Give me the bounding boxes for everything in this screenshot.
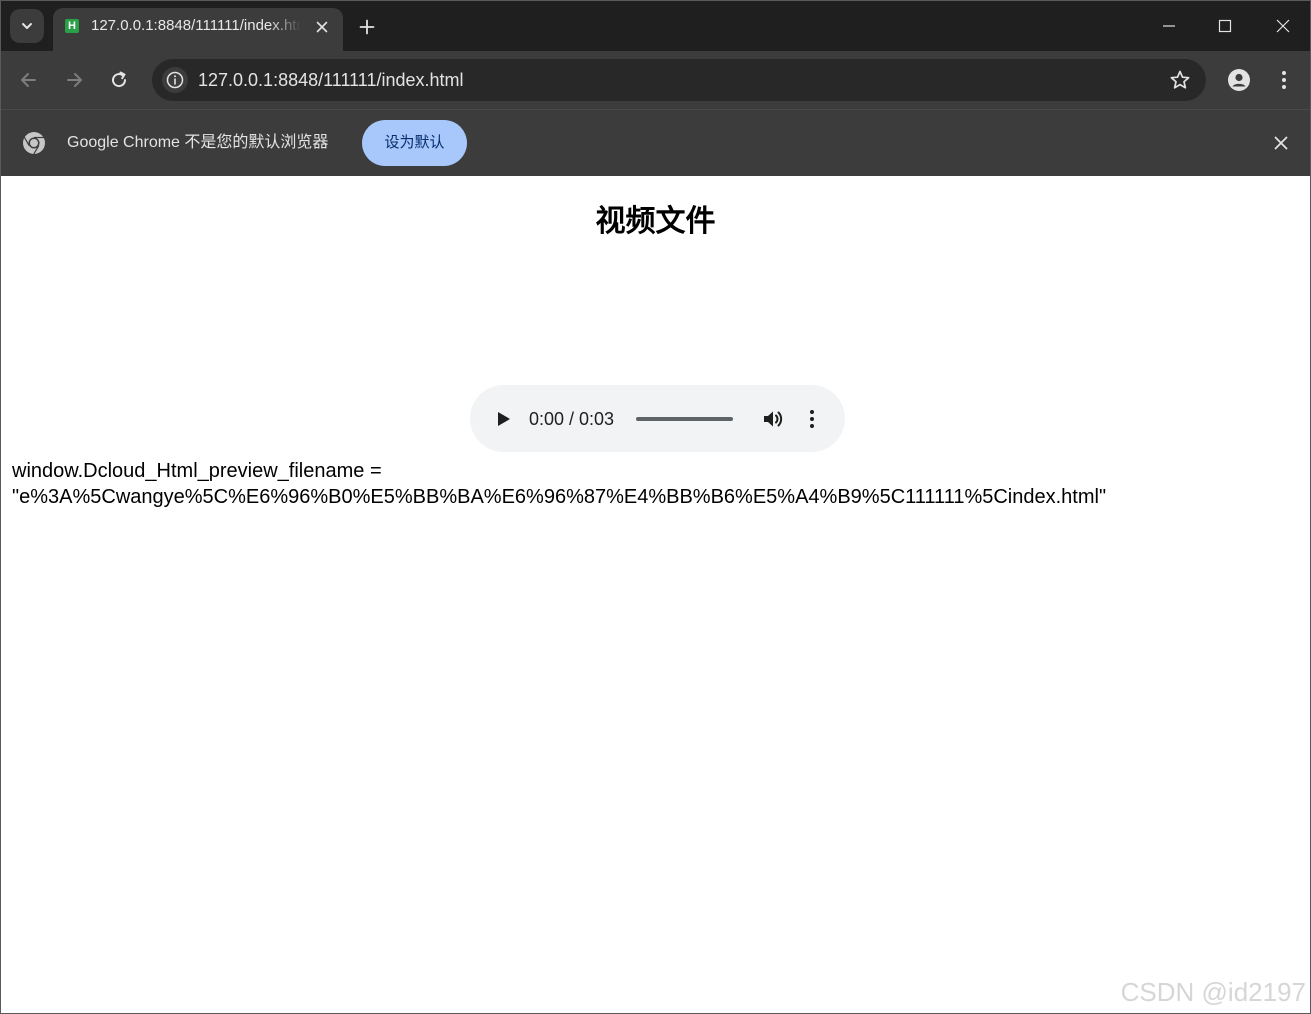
chevron-down-icon <box>22 23 32 29</box>
watermark: CSDN @id2197 <box>1120 977 1306 1007</box>
more-vertical-icon <box>810 410 814 428</box>
bookmark-button[interactable] <box>1168 68 1192 92</box>
url-text[interactable]: 127.0.0.1:8848/111111/index.html <box>198 69 464 91</box>
avatar-icon <box>1228 69 1250 91</box>
set-default-button[interactable]: 设为默认 <box>362 120 467 166</box>
infobar-close-button[interactable] <box>1270 132 1292 154</box>
forward-button[interactable] <box>57 63 91 97</box>
volume-icon <box>764 411 783 427</box>
audio-options-button[interactable] <box>800 406 824 432</box>
tab-title: 127.0.0.1:8848/111111/index.html <box>91 17 301 34</box>
favicon-icon: H <box>65 19 79 33</box>
more-vertical-icon <box>1282 71 1286 89</box>
new-tab-button[interactable] <box>353 13 381 41</box>
audio-progress-slider[interactable] <box>636 417 733 421</box>
close-icon <box>316 21 328 33</box>
browser-tab[interactable]: H 127.0.0.1:8848/111111/index.html <box>53 8 343 51</box>
tab-close-button[interactable] <box>311 16 333 38</box>
play-icon <box>498 412 510 426</box>
arrow-right-icon <box>67 73 82 87</box>
page-title: 视频文件 <box>595 205 716 238</box>
script-output-text: window.Dcloud_Html_preview_filename = "e… <box>12 460 1107 508</box>
site-info-button[interactable] <box>162 67 188 93</box>
menu-button[interactable] <box>1267 63 1301 97</box>
address-bar[interactable]: 127.0.0.1:8848/111111/index.html <box>152 59 1206 101</box>
maximize-button[interactable] <box>1196 1 1254 51</box>
tab-search-button[interactable] <box>10 9 44 43</box>
close-icon <box>1276 19 1290 33</box>
chrome-logo-icon <box>23 132 45 155</box>
arrow-left-icon <box>21 73 36 87</box>
tab-strip: H 127.0.0.1:8848/111111/index.html <box>1 1 1310 51</box>
reload-button[interactable] <box>102 63 136 97</box>
plus-icon <box>359 19 375 35</box>
volume-button[interactable] <box>760 406 786 432</box>
reload-icon <box>112 71 127 88</box>
back-button[interactable] <box>12 63 46 97</box>
minimize-button[interactable] <box>1140 1 1198 51</box>
browser-window: H 127.0.0.1:8848/111111/index.html 127.0… <box>0 0 1311 1014</box>
star-icon <box>1170 70 1190 89</box>
toolbar: 127.0.0.1:8848/111111/index.html <box>1 51 1310 109</box>
maximize-icon <box>1218 19 1232 33</box>
default-browser-infobar: Google Chrome 不是您的默认浏览器 设为默认 <box>1 109 1310 176</box>
audio-player[interactable]: 0:00 / 0:03 <box>470 385 845 452</box>
play-button[interactable] <box>492 407 516 431</box>
profile-button[interactable] <box>1222 63 1256 97</box>
window-close-button[interactable] <box>1254 1 1310 51</box>
info-icon <box>166 71 184 89</box>
audio-time: 0:00 / 0:03 <box>529 409 615 429</box>
close-icon <box>1274 136 1288 150</box>
page-content: 视频文件 0:00 / 0:03 window.Dcloud_Html_prev… <box>1 176 1310 1013</box>
minimize-icon <box>1163 25 1175 27</box>
infobar-message: Google Chrome 不是您的默认浏览器 <box>67 134 329 151</box>
